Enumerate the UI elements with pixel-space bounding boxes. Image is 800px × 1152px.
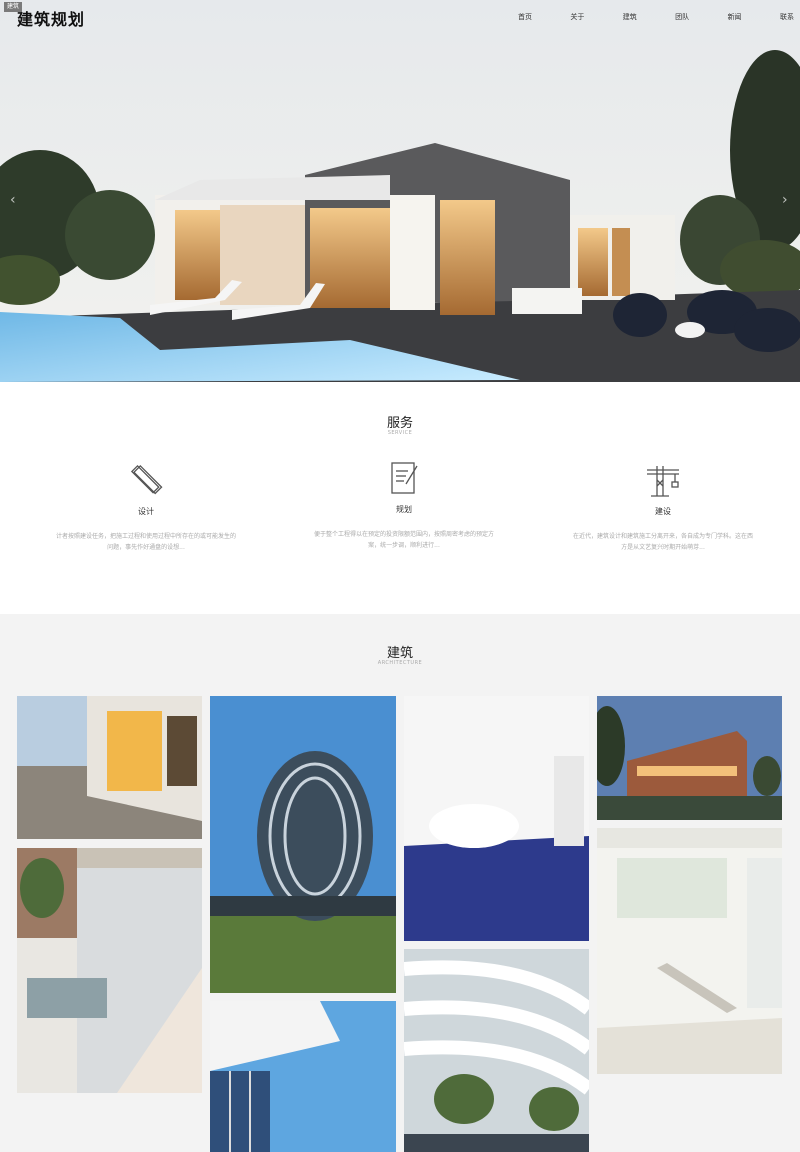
service-name: 规划 (396, 505, 412, 514)
nav-item-architecture[interactable]: 建筑 (623, 12, 637, 22)
gallery-item[interactable] (597, 696, 782, 820)
nav-item-contact[interactable]: 联系 (780, 12, 794, 22)
hero-banner: 建筑 建筑规划 首页 关于 建筑 团队 新闻 联系 ‹ › (0, 0, 800, 382)
gallery-item[interactable] (210, 1001, 396, 1152)
service-item-design[interactable]: 设计 计者按照建设任务，把施工过程和使用过程中所存在的或可能发生的问题，事先作好… (46, 460, 246, 553)
gallery-item[interactable] (210, 696, 396, 993)
pencil-ruler-icon (130, 464, 163, 495)
gallery-image (597, 828, 782, 1074)
nav-item-about[interactable]: 关于 (570, 12, 584, 22)
architecture-title: 建筑 (386, 646, 413, 661)
architecture-subtitle: ARCHITECTURE (377, 660, 423, 666)
hero-image (0, 0, 800, 382)
gallery-item[interactable] (17, 696, 202, 839)
main-nav: 首页 关于 建筑 团队 新闻 联系 (518, 12, 800, 22)
service-desc: 在近代，建筑设计和建筑施工分离开来，各自成为专门学科。这在西方是从文艺复兴时期开… (573, 533, 754, 551)
gallery-item[interactable] (597, 828, 782, 1074)
services-section: 服务 SERVICE 设计 计者按照建设任务，把施工过程和使用过程中所存在的或可… (0, 382, 800, 614)
gallery-item[interactable] (404, 949, 589, 1152)
site-header: 建筑 建筑规划 首页 关于 建筑 团队 新闻 联系 (0, 0, 800, 34)
page: 建筑 建筑规划 首页 关于 建筑 团队 新闻 联系 ‹ › 服务 SERVICE (0, 0, 800, 1152)
gallery-image (404, 696, 589, 941)
service-desc: 计者按照建设任务，把施工过程和使用过程中所存在的或可能发生的问题，事先作好通盘的… (56, 533, 237, 551)
gallery-image (210, 696, 396, 993)
nav-item-news[interactable]: 新闻 (728, 12, 742, 22)
document-edit-icon (391, 462, 418, 494)
slider-prev-icon[interactable]: ‹ (10, 192, 16, 208)
service-desc: 便于整个工程得以在预定的投资限额范围内，按照周密考虑的预定方案，统一步调，顺利进… (314, 531, 495, 549)
gallery-image (597, 696, 782, 820)
services-title: 服务 (386, 416, 413, 431)
gallery-image (17, 848, 202, 1093)
nav-item-home[interactable]: 首页 (518, 12, 532, 22)
site-logo[interactable]: 建筑规划 (17, 6, 85, 30)
gallery-item[interactable] (17, 848, 202, 1093)
gallery-image (210, 1001, 396, 1152)
services-subtitle: SERVICE (387, 430, 413, 436)
service-name: 设计 (138, 507, 154, 516)
service-name: 建设 (655, 507, 671, 516)
architecture-section: 建筑 ARCHITECTURE (0, 614, 800, 1152)
gallery-image (17, 696, 202, 839)
gallery-item[interactable] (404, 696, 589, 941)
slider-next-icon[interactable]: › (782, 192, 788, 208)
nav-item-team[interactable]: 团队 (675, 12, 689, 22)
gallery-image (404, 949, 589, 1152)
service-item-planning[interactable]: 规划 便于整个工程得以在预定的投资限额范围内，按照周密考虑的预定方案，统一步调，… (304, 458, 504, 551)
service-item-construction[interactable]: 建设 在近代，建筑设计和建筑施工分离开来，各自成为专门学科。这在西方是从文艺复兴… (563, 460, 763, 553)
crane-icon (647, 466, 679, 497)
